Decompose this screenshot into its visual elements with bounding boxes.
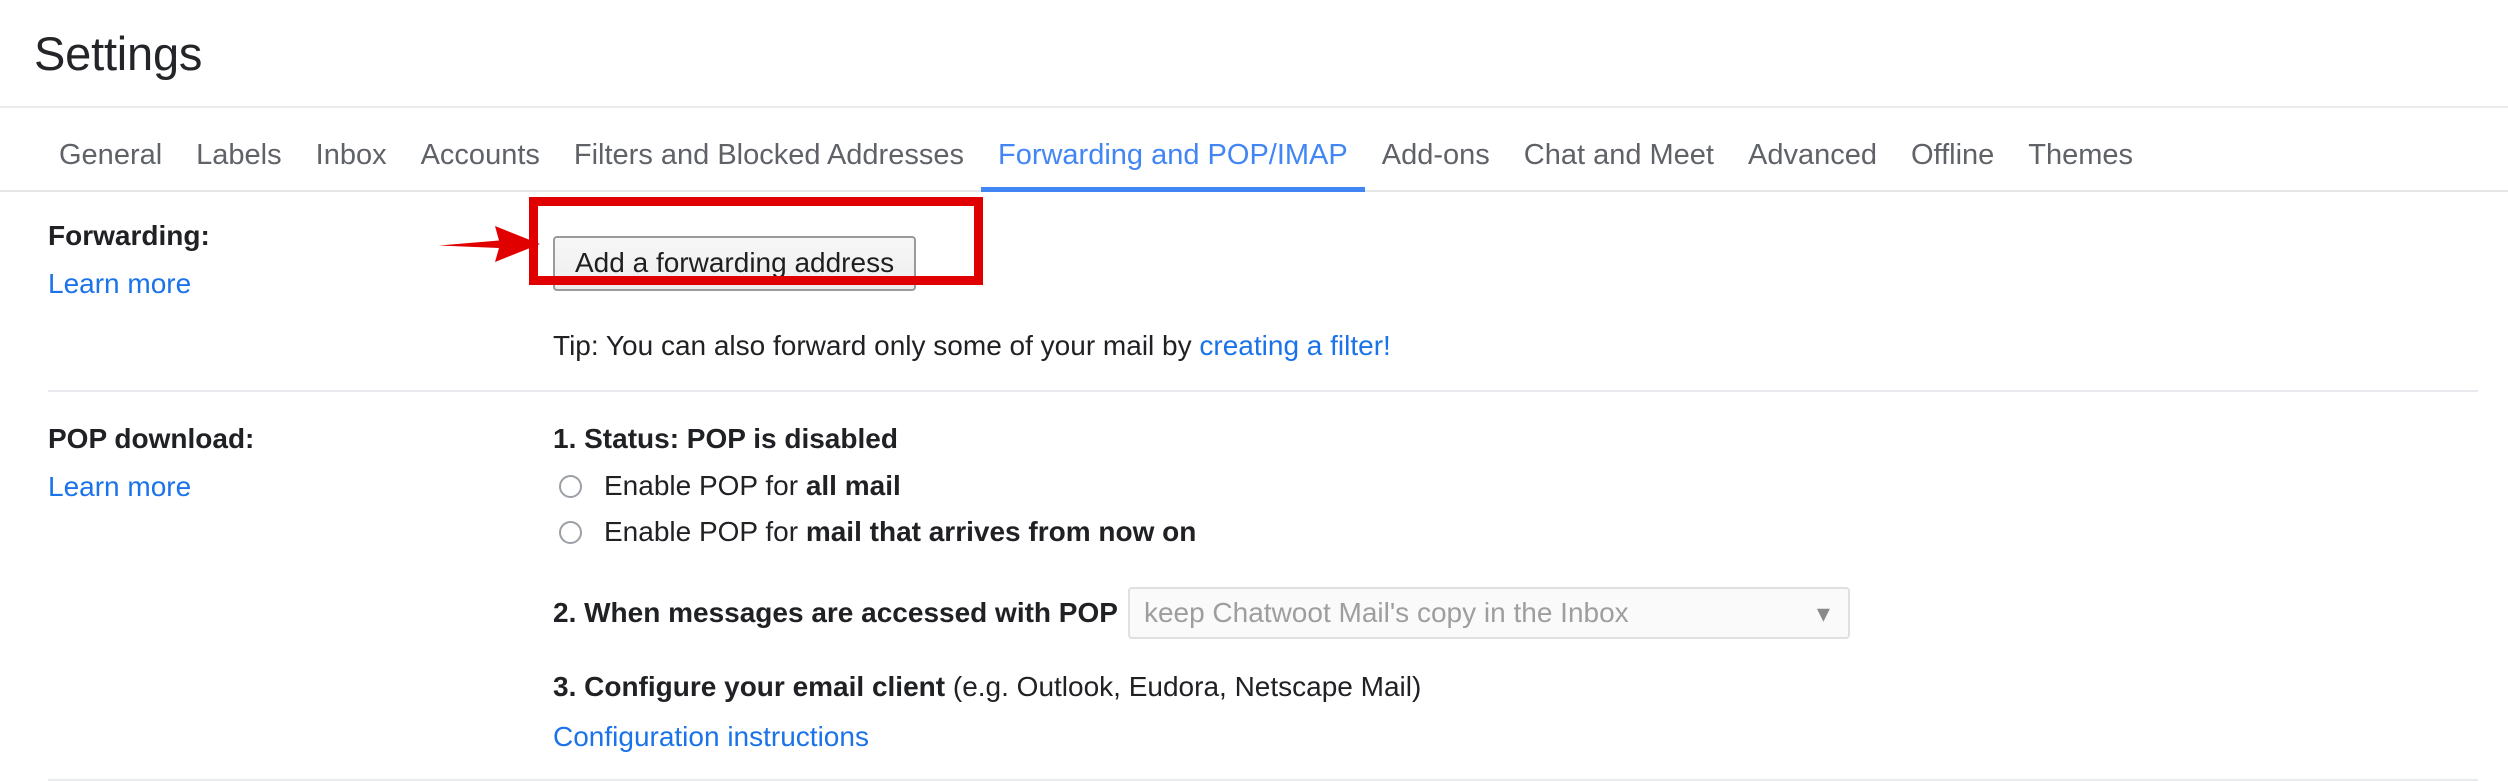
- pop-step-3: 3. Configure your email client (e.g. Out…: [553, 639, 2478, 701]
- tab-add-ons[interactable]: Add-ons: [1365, 141, 1507, 190]
- radio-button-from-now-on[interactable]: [559, 520, 582, 544]
- radio-button-all-mail[interactable]: [559, 474, 582, 498]
- settings-header: Settings: [0, 0, 2508, 108]
- tab-themes[interactable]: Themes: [2011, 141, 2150, 190]
- pop-option-from-now-on[interactable]: Enable POP for mail that arrives from no…: [553, 509, 2478, 555]
- tab-general[interactable]: General: [42, 141, 179, 190]
- pop-option-all-mail-bold: all mail: [805, 470, 901, 501]
- settings-tab-bar: General Labels Inbox Accounts Filters an…: [0, 108, 2508, 192]
- forwarding-button-area: Add a forwarding address: [553, 222, 2478, 304]
- pop-option-all-mail[interactable]: Enable POP for all mail: [553, 463, 2478, 509]
- forwarding-tip: Tip: You can also forward only some of y…: [553, 304, 2478, 390]
- forwarding-label-column: Forwarding: Learn more: [48, 222, 553, 298]
- tab-filters-and-blocked-addresses[interactable]: Filters and Blocked Addresses: [557, 141, 981, 190]
- creating-a-filter-link[interactable]: creating a filter!: [1199, 330, 1390, 361]
- add-a-forwarding-address-button[interactable]: Add a forwarding address: [553, 235, 917, 291]
- pop-step-3-rest: (e.g. Outlook, Eudora, Netscape Mail): [945, 671, 1422, 702]
- pop-value-column: 1. Status: POP is disabled Enable POP fo…: [553, 425, 2478, 751]
- page-title: Settings: [34, 26, 203, 80]
- forwarding-section: Forwarding: Learn more Add a forwarding …: [48, 192, 2478, 390]
- pop-step-2: 2. When messages are accessed with POP k…: [553, 555, 2478, 639]
- tab-labels[interactable]: Labels: [179, 141, 298, 190]
- pop-option-from-now-on-label: Enable POP for mail that arrives from no…: [604, 518, 1196, 546]
- settings-content: Forwarding: Learn more Add a forwarding …: [0, 192, 2508, 781]
- pop-access-action-select[interactable]: keep Chatwoot Mail's copy in the Inbox ▾: [1127, 587, 1850, 639]
- forwarding-label: Forwarding:: [48, 220, 210, 251]
- pop-option-from-now-on-bold: mail that arrives from now on: [805, 516, 1197, 547]
- tab-accounts[interactable]: Accounts: [404, 141, 557, 190]
- pop-download-section: POP download: Learn more 1. Status: POP …: [48, 392, 2478, 779]
- pop-download-label: POP download:: [48, 423, 255, 454]
- forwarding-tip-text: Tip: You can also forward only some of y…: [553, 330, 1200, 361]
- pop-label-column: POP download: Learn more: [48, 425, 553, 501]
- configuration-instructions-link[interactable]: Configuration instructions: [553, 701, 2478, 751]
- tab-offline[interactable]: Offline: [1894, 141, 2011, 190]
- chevron-down-icon: ▾: [1816, 598, 1830, 628]
- pop-access-action-selected-value: keep Chatwoot Mail's copy in the Inbox: [1143, 597, 1629, 628]
- tab-forwarding-and-pop-imap[interactable]: Forwarding and POP/IMAP: [980, 141, 1365, 192]
- pop-step-2-label: 2. When messages are accessed with POP: [553, 597, 1118, 628]
- pop-status-text: 1. Status: POP is disabled: [553, 423, 898, 454]
- pop-step-3-bold: 3. Configure your email client: [553, 671, 946, 702]
- tab-advanced[interactable]: Advanced: [1731, 141, 1894, 190]
- pop-option-all-mail-label: Enable POP for all mail: [604, 472, 901, 500]
- forwarding-learn-more-link[interactable]: Learn more: [48, 270, 553, 298]
- pop-option-all-mail-prefix: Enable POP for: [604, 470, 806, 501]
- pop-option-from-now-on-prefix: Enable POP for: [604, 516, 806, 547]
- tab-chat-and-meet[interactable]: Chat and Meet: [1507, 141, 1731, 190]
- pop-learn-more-link[interactable]: Learn more: [48, 473, 553, 501]
- forwarding-value-column: Add a forwarding address Tip: You can al…: [553, 222, 2478, 390]
- tab-inbox[interactable]: Inbox: [299, 141, 404, 190]
